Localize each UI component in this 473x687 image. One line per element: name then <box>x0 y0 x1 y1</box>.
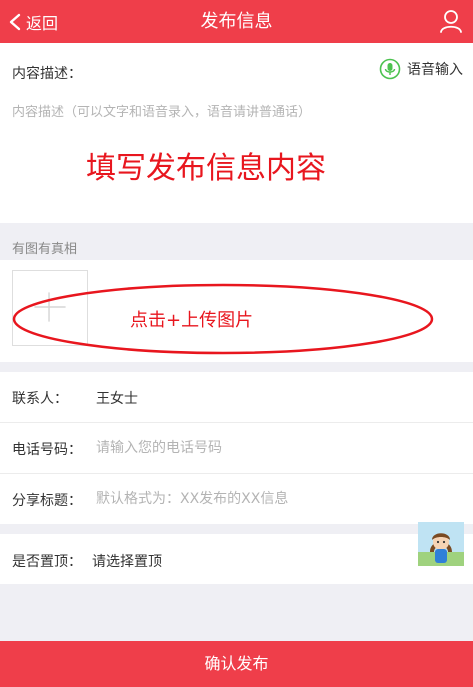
description-input[interactable] <box>12 97 452 127</box>
back-button[interactable]: 返回 <box>8 0 58 43</box>
annotation-fill-content: 填写发布信息内容 <box>86 151 326 186</box>
contact-row: 联系人： 王女士 <box>0 372 473 422</box>
share-title-label: 分享标题： <box>12 493 82 509</box>
description-section: 内容描述： 语音输入 填写发布信息内容 <box>0 43 473 223</box>
submit-button[interactable]: 确认发布 <box>0 641 473 687</box>
app-header: 返回 发布信息 <box>0 0 473 43</box>
phone-input[interactable] <box>96 436 456 460</box>
voice-input-label: 语音输入 <box>407 62 463 78</box>
annotation-upload-photo: 点击+上传图片 <box>130 310 254 331</box>
photos-section-title: 有图有真相 <box>12 242 78 257</box>
pin-top-select[interactable]: 请选择置顶 <box>92 551 162 571</box>
assistant-avatar-icon[interactable] <box>418 522 464 566</box>
share-title-row: 分享标题： <box>0 474 473 524</box>
back-label: 返回 <box>26 13 59 33</box>
chevron-left-icon <box>9 13 21 30</box>
pin-top-row[interactable]: 是否置顶： 请选择置顶 <box>0 534 473 584</box>
phone-row: 电话号码： <box>0 423 473 473</box>
share-title-input[interactable] <box>96 487 456 511</box>
plus-icon <box>34 292 66 322</box>
voice-input-button[interactable]: 语音输入 <box>379 58 463 80</box>
contact-form: 联系人： 王女士 电话号码： 分享标题： <box>0 372 473 524</box>
phone-label: 电话号码： <box>12 442 82 458</box>
description-label: 内容描述： <box>12 66 82 82</box>
user-icon[interactable] <box>439 9 463 33</box>
microphone-icon <box>379 58 401 80</box>
add-photo-button[interactable] <box>12 270 88 346</box>
contact-value[interactable]: 王女士 <box>96 388 138 408</box>
page-title: 发布信息 <box>200 11 273 32</box>
contact-label: 联系人： <box>12 391 68 407</box>
pin-top-label: 是否置顶： <box>12 554 82 570</box>
